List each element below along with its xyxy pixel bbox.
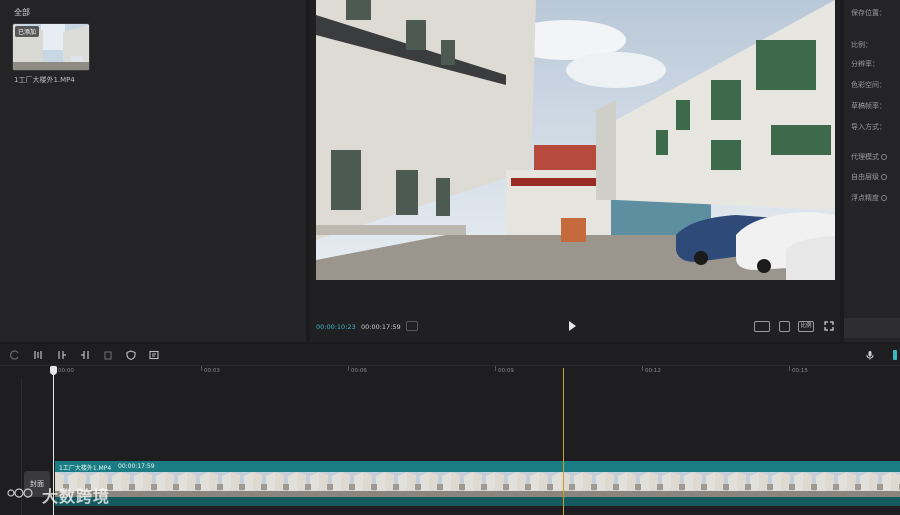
current-time: 00:00:10:23 (316, 323, 356, 331)
split-right-icon[interactable] (80, 350, 90, 360)
ruler-tick (201, 366, 202, 371)
prop-proxy-mode[interactable]: 代理模式 (851, 152, 887, 162)
ruler-label: 00:00 (58, 368, 74, 374)
marker-line (563, 368, 564, 515)
video-clip[interactable]: 1工厂大楼外1.MP4 00:00:17:59 (55, 461, 900, 506)
player-controls: 00:00:10:23 00:00:17:59 比例 (310, 316, 840, 338)
prop-color-space: 色彩空间： (851, 81, 886, 89)
ruler-label: 00:09 (498, 368, 514, 374)
video-frame-image (316, 0, 835, 280)
watermark-logo (7, 488, 33, 498)
caption-icon[interactable] (149, 350, 159, 360)
help-icon[interactable] (881, 195, 887, 201)
prop-save-location: 保存位置： (851, 9, 886, 17)
media-panel: 全部 已添加 1工厂大楼外1.MP4 (0, 0, 306, 342)
properties-panel: 保存位置： 比例： 分辨率： 色彩空间： 草稿帧率： 导入方式： 代理模式 自由… (844, 0, 900, 342)
ruler-tick (642, 366, 643, 371)
prop-import-mode: 导入方式： (851, 123, 886, 131)
prop-free-layer-label: 自由层级 (851, 173, 879, 181)
screenshot-icon[interactable] (779, 321, 790, 332)
microphone-icon[interactable] (865, 350, 875, 360)
redo-icon[interactable] (10, 350, 20, 360)
clip-duration: 00:00:17:59 (118, 463, 155, 470)
fullscreen-icon[interactable] (824, 321, 834, 331)
timeline-settings-icon[interactable] (893, 350, 897, 360)
clip-header: 1工厂大楼外1.MP4 00:00:17:59 (55, 461, 900, 472)
split-left-icon[interactable] (57, 350, 67, 360)
timeline-ruler[interactable]: 00:00 00:03 00:06 00:09 00:12 00:15 (54, 366, 900, 378)
prop-free-layer[interactable]: 自由层级 (851, 172, 887, 182)
aspect-ratio-button[interactable]: 比例 (798, 321, 814, 332)
clip-filmstrip (55, 472, 900, 497)
help-icon[interactable] (881, 154, 887, 160)
total-duration: 00:00:17:59 (361, 323, 401, 331)
media-item-thumbnail[interactable]: 已添加 (12, 23, 90, 71)
ruler-tick (495, 366, 496, 371)
media-section-label[interactable]: 全部 (14, 7, 30, 18)
play-icon[interactable] (569, 321, 576, 331)
ruler-tick (348, 366, 349, 371)
media-item-filename: 1工厂大楼外1.MP4 (14, 76, 75, 84)
ruler-tick (789, 366, 790, 371)
quality-icon[interactable] (754, 321, 770, 332)
frame-compare-icon[interactable] (406, 321, 418, 331)
prop-resolution: 分辨率： (851, 60, 879, 68)
timeline-panel: 00:00 00:03 00:06 00:09 00:12 00:15 封面 1… (0, 344, 900, 515)
split-icon[interactable] (33, 350, 43, 360)
prop-ratio: 比例： (851, 41, 872, 49)
ruler-label: 00:12 (645, 368, 661, 374)
delete-icon[interactable] (103, 350, 113, 360)
playhead-handle[interactable] (50, 366, 57, 375)
added-badge: 已添加 (15, 26, 40, 37)
prop-proxy-mode-label: 代理模式 (851, 153, 879, 161)
clip-audio-strip (55, 497, 900, 506)
shield-icon[interactable] (126, 350, 136, 360)
properties-footer (844, 318, 900, 338)
ruler-label: 00:15 (792, 368, 808, 374)
prop-float-precision-label: 浮点精度 (851, 194, 879, 202)
clip-name: 1工厂大楼外1.MP4 (59, 465, 112, 472)
ruler-label: 00:03 (204, 368, 220, 374)
player-panel: 00:00:10:23 00:00:17:59 比例 (310, 0, 840, 342)
timeline-toolbar (0, 344, 900, 366)
prop-float-precision[interactable]: 浮点精度 (851, 193, 887, 203)
prop-frame-rate: 草稿帧率： (851, 102, 886, 110)
help-icon[interactable] (881, 174, 887, 180)
watermark-text: 大数跨境 (42, 487, 111, 506)
video-preview[interactable] (316, 0, 835, 280)
ruler-label: 00:06 (351, 368, 367, 374)
